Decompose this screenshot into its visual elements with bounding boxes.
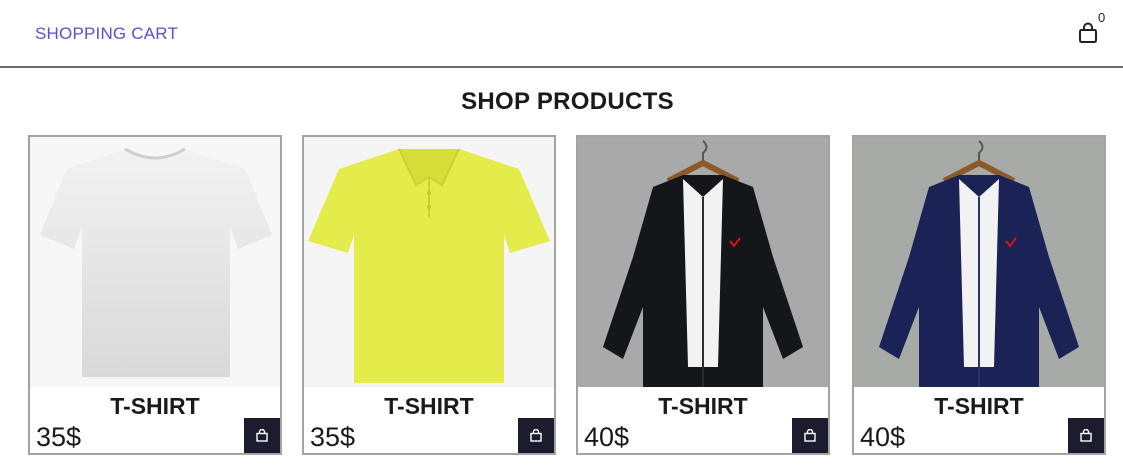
cart-button[interactable]: 0 [1072, 10, 1112, 50]
page-title: SHOP PRODUCTS [461, 88, 674, 115]
product-name: T-SHIRT [110, 393, 200, 419]
shopping-bag-icon [1079, 22, 1097, 43]
add-to-cart-button[interactable] [1068, 418, 1104, 453]
cart-count-badge: 0 [1098, 10, 1106, 25]
product-price: 40$ [860, 422, 906, 452]
product-name: T-SHIRT [934, 393, 1024, 419]
product-name: T-SHIRT [384, 393, 474, 419]
product-price: 40$ [584, 422, 630, 452]
product-image-white-tshirt[interactable] [30, 137, 280, 387]
product-name: T-SHIRT [658, 393, 748, 419]
add-to-cart-button[interactable] [518, 418, 554, 453]
shopping-bag-icon [1080, 429, 1092, 442]
product-card: T-SHIRT 35$ [302, 135, 556, 455]
product-card: T-SHIRT 40$ [576, 135, 830, 455]
product-image-navy-shirt-on-hanger[interactable] [854, 137, 1104, 387]
product-image-yellow-polo-shirt[interactable] [304, 137, 554, 387]
product-card: T-SHIRT 35$ [28, 135, 282, 455]
product-price: 35$ [36, 422, 82, 452]
shopping-bag-icon [804, 429, 816, 442]
product-price: 35$ [310, 422, 356, 452]
product-card: T-SHIRT 40$ [852, 135, 1106, 455]
add-to-cart-button[interactable] [792, 418, 828, 453]
brand-link[interactable]: SHOPPING CART [35, 24, 178, 44]
navbar: SHOPPING CART 0 [0, 0, 1123, 68]
add-to-cart-button[interactable] [244, 418, 280, 453]
product-image-black-shirt-on-hanger[interactable] [578, 137, 828, 387]
shopping-bag-icon [530, 429, 542, 442]
shopping-bag-icon [256, 429, 268, 442]
